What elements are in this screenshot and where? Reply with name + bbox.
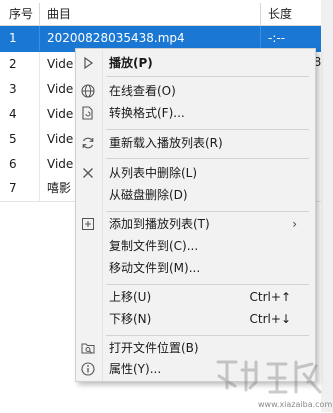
menu-item-label: 在线查看(O) xyxy=(109,84,176,98)
row-title: Vide xyxy=(47,57,74,71)
menu-item-move-down[interactable]: 下移(N) Ctrl+↓ xyxy=(76,308,315,330)
menu-separator xyxy=(106,76,309,77)
menu-item-move-up[interactable]: 上移(U) Ctrl+↑ xyxy=(76,286,315,308)
reload-icon xyxy=(80,135,96,151)
row-number: 1 xyxy=(9,31,17,45)
column-divider xyxy=(39,176,40,201)
menu-item-add-to-playlist[interactable]: 添加到播放列表(T) › xyxy=(76,213,315,235)
column-divider xyxy=(39,102,40,127)
context-menu: 播放(P) 在线查看(O) 转换格式(F)... 重新载入播放列表(R) 从列表… xyxy=(75,48,316,382)
menu-item-play[interactable]: 播放(P) xyxy=(76,52,315,74)
menu-item-remove-from-list[interactable]: 从列表中删除(L) xyxy=(76,162,315,184)
play-icon xyxy=(80,55,96,71)
menu-item-label: 重新载入播放列表(R) xyxy=(109,136,223,150)
row-title: Vide xyxy=(47,132,74,146)
menu-item-label: 移动文件到(M)... xyxy=(109,261,201,275)
header-separator[interactable] xyxy=(260,3,261,25)
row-number: 7 xyxy=(9,181,17,195)
menu-separator xyxy=(106,158,309,159)
menu-item-shortcut: Ctrl+↓ xyxy=(249,312,291,326)
menu-item-label: 下移(N) xyxy=(109,312,152,326)
folder-search-icon xyxy=(80,340,96,356)
menu-item-shortcut: Ctrl+↑ xyxy=(249,290,291,304)
watermark-url: www.xiazaiba.com xyxy=(258,400,333,409)
menu-item-reload-playlist[interactable]: 重新载入播放列表(R) xyxy=(76,132,315,154)
menu-item-convert-format[interactable]: 转换格式(F)... xyxy=(76,102,315,124)
add-icon xyxy=(80,216,96,232)
menu-item-label: 转换格式(F)... xyxy=(109,106,185,120)
menu-item-delete-from-disk[interactable]: 从磁盘删除(D) xyxy=(76,184,315,206)
menu-item-label: 属性(Y)... xyxy=(109,362,162,376)
row-title: Vide xyxy=(47,82,74,96)
row-title: Vide xyxy=(47,157,74,171)
menu-item-label: 从磁盘删除(D) xyxy=(109,188,188,202)
menu-item-move-file-to[interactable]: 移动文件到(M)... xyxy=(76,257,315,279)
row-number: 6 xyxy=(9,157,17,171)
column-divider xyxy=(39,26,40,51)
header-no[interactable]: 序号 xyxy=(9,3,33,25)
right-edge-strip xyxy=(321,0,333,412)
close-icon xyxy=(80,165,96,181)
info-icon xyxy=(80,361,96,377)
row-number: 2 xyxy=(9,57,17,71)
menu-item-label: 播放(P) xyxy=(109,56,153,70)
column-divider xyxy=(39,127,40,152)
menu-separator xyxy=(106,284,309,285)
row-number: 3 xyxy=(9,82,17,96)
column-divider xyxy=(39,52,40,77)
playlist-header: 序号 曲目 长度 xyxy=(0,3,333,26)
menu-item-label: 上移(U) xyxy=(109,290,152,304)
menu-item-label: 复制文件到(C)... xyxy=(109,239,199,253)
menu-item-copy-file-to[interactable]: 复制文件到(C)... xyxy=(76,235,315,257)
menu-separator xyxy=(106,335,309,336)
menu-separator xyxy=(106,129,309,130)
convert-icon xyxy=(80,105,96,121)
submenu-arrow-icon: › xyxy=(292,217,297,231)
header-length[interactable]: 长度 xyxy=(268,3,292,25)
row-title: Vide xyxy=(47,107,74,121)
menu-item-label: 打开文件位置(B) xyxy=(109,341,199,355)
globe-icon xyxy=(80,83,96,99)
header-title[interactable]: 曲目 xyxy=(47,3,71,25)
menu-item-label: 添加到播放列表(T) xyxy=(109,217,210,231)
header-separator[interactable] xyxy=(39,3,40,25)
menu-separator xyxy=(106,211,309,212)
row-number: 4 xyxy=(9,107,17,121)
row-number: 5 xyxy=(9,132,17,146)
column-divider xyxy=(39,152,40,177)
row-title: 嘻影 xyxy=(47,181,72,195)
menu-item-label: 从列表中删除(L) xyxy=(109,166,198,180)
menu-item-view-online[interactable]: 在线查看(O) xyxy=(76,80,315,102)
column-divider xyxy=(39,77,40,102)
